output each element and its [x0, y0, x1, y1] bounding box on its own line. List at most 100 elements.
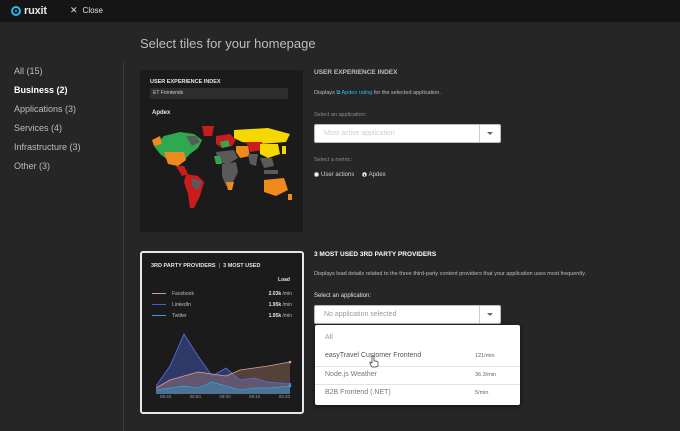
logo-text: ruxit	[24, 5, 47, 17]
radio-apdex[interactable]: Apdex	[361, 171, 386, 178]
sidebar-item-all[interactable]: All (15)	[14, 66, 81, 85]
provider-unit: /min	[282, 301, 292, 308]
metric-radio-group: User actions Apdex	[314, 170, 674, 179]
tile-header: USER EXPERIENCE INDEX	[150, 79, 221, 85]
dropdown-option-easytravel[interactable]: easyTravel Customer Frontend 121/min	[315, 348, 520, 366]
provider-value: 2.03k	[268, 290, 282, 297]
provider-name: Facebook	[172, 290, 194, 297]
provider-load-chart	[155, 333, 292, 394]
x-label: 09:10	[249, 394, 261, 399]
x-label: 08:50	[189, 394, 201, 399]
close-icon: ✕	[70, 5, 78, 15]
twitter-end-point	[288, 384, 292, 388]
provider-row: Twitter 1.95k /min	[152, 310, 292, 321]
sidebar-item-other[interactable]: Other (3)	[14, 161, 81, 180]
apdex-world-map	[152, 126, 292, 208]
provider-value: 1.95k	[268, 312, 282, 319]
region-china	[260, 144, 280, 158]
chart-x-labels: 08:40 08:50 09:00 09:10 09:20	[160, 394, 290, 399]
region-greenland	[202, 126, 214, 136]
provider-application-select[interactable]: No application selected	[314, 305, 501, 324]
provider-list: Facebook 2.03k /min LinkedIn 1.95k /min …	[152, 288, 292, 321]
region-south-africa	[226, 182, 234, 190]
radio-user-actions-icon	[314, 172, 319, 177]
category-sidebar: All (15) Business (2) Applications (3) S…	[14, 66, 81, 180]
provider-application-placeholder: No application selected	[324, 311, 397, 318]
provider-row: LinkedIn 1.95k /min	[152, 299, 292, 310]
facebook-legend-line	[152, 293, 166, 294]
radio-apdex-label: Apdex	[368, 171, 386, 178]
hand-cursor-icon	[369, 355, 379, 368]
facebook-end-point	[288, 360, 292, 364]
region-japan	[282, 146, 286, 154]
tile-header-right: 3 MOST USED	[223, 263, 261, 269]
x-label: 09:20	[278, 394, 290, 399]
provider-unit: /min	[282, 312, 292, 319]
tile-header-left: 3RD PARTY PROVIDERS	[151, 263, 216, 269]
provider-name: Twitter	[172, 312, 187, 319]
region-southeast-asia	[260, 158, 274, 168]
x-label: 09:00	[219, 394, 231, 399]
region-russia	[234, 128, 290, 144]
page-title: Select tiles for your homepage	[140, 36, 316, 51]
option-rate: 36.3/min	[475, 372, 497, 378]
sidebar-item-applications[interactable]: Applications (3)	[14, 104, 81, 123]
load-column-header: Load	[278, 277, 290, 283]
provider-row: Facebook 2.03k /min	[152, 288, 292, 299]
tile-header: 3RD PARTY PROVIDERS | 3 MOST USED	[151, 263, 260, 269]
option-rate: 5/min	[475, 390, 489, 396]
apdex-rating-link[interactable]: Apdex rating	[341, 90, 372, 96]
region-middle-east	[236, 146, 250, 158]
x-label: 08:40	[160, 394, 172, 399]
sidebar-item-infrastructure[interactable]: Infrastructure (3)	[14, 142, 81, 161]
dropdown-option-b2b-frontend[interactable]: B2B Frontend (.NET) 5/min	[315, 384, 520, 403]
radio-user-actions[interactable]: User actions	[314, 172, 354, 178]
top-bar: ruxit ✕ Close	[0, 0, 680, 22]
radio-apdex-icon	[361, 172, 367, 177]
option-name: Node.js Weather	[325, 371, 378, 378]
application-dropdown-menu: All easyTravel Customer Frontend 121/min…	[315, 325, 520, 405]
dropdown-option-nodejs-weather[interactable]: Node.js Weather 36.3/min	[315, 366, 520, 385]
provider-value: 1.95k	[268, 301, 282, 308]
desc-suffix: for the selected application.	[373, 90, 441, 96]
uei-settings: USER EXPERIENCE INDEX	[314, 69, 674, 76]
tile-metric-label: Apdex	[152, 110, 171, 116]
region-usa	[164, 152, 186, 166]
close-button[interactable]: ✕ Close	[70, 5, 103, 16]
third-party-providers-tile[interactable]: 3RD PARTY PROVIDERS | 3 MOST USED Load Fac…	[140, 251, 304, 414]
ruxit-logo[interactable]: ruxit	[11, 4, 47, 18]
tile-app-name: ET Frontends	[150, 88, 288, 99]
twitter-legend-line	[152, 315, 166, 316]
chevron-down-icon[interactable]	[479, 125, 500, 142]
provider-name: LinkedIn	[172, 301, 191, 308]
radio-user-actions-label: User actions	[321, 171, 355, 178]
section-title: USER EXPERIENCE INDEX	[314, 69, 398, 76]
desc-prefix: Displays	[314, 90, 335, 96]
application-select[interactable]: Most active application	[314, 124, 501, 143]
close-label: Close	[82, 6, 103, 15]
sidebar-divider	[123, 62, 124, 431]
user-experience-index-tile[interactable]: USER EXPERIENCE INDEX ET Frontends Apdex	[140, 70, 303, 232]
metric-select-label: Select a metric:	[314, 157, 352, 163]
dropdown-option-all[interactable]: All	[315, 330, 520, 348]
application-select-value: Most active application	[324, 130, 395, 137]
section-description: Displays ⧉ Apdex rating for the selected…	[314, 90, 674, 97]
chevron-down-icon[interactable]	[479, 306, 500, 323]
section2-app-label: Select an application:	[314, 293, 372, 299]
region-india	[248, 154, 258, 166]
section2-description: Displays load details related to the thr…	[314, 271, 586, 277]
region-australia	[264, 178, 288, 196]
app-select-label: Select an application:	[314, 112, 367, 118]
option-rate: 121/min	[475, 353, 495, 359]
provider-unit: /min	[282, 290, 292, 297]
region-indonesia	[264, 170, 278, 174]
linkedin-legend-line	[152, 304, 166, 305]
section2-title: 3 MOST USED 3RD PARTY PROVIDERS	[314, 251, 437, 258]
region-new-zealand	[288, 194, 292, 200]
header-separator: |	[218, 263, 221, 269]
sidebar-item-business[interactable]: Business (2)	[14, 85, 81, 104]
option-name: B2B Frontend (.NET)	[325, 389, 391, 396]
sidebar-item-services[interactable]: Services (4)	[14, 123, 81, 142]
option-name: All	[325, 334, 333, 341]
logo-icon	[11, 6, 21, 16]
